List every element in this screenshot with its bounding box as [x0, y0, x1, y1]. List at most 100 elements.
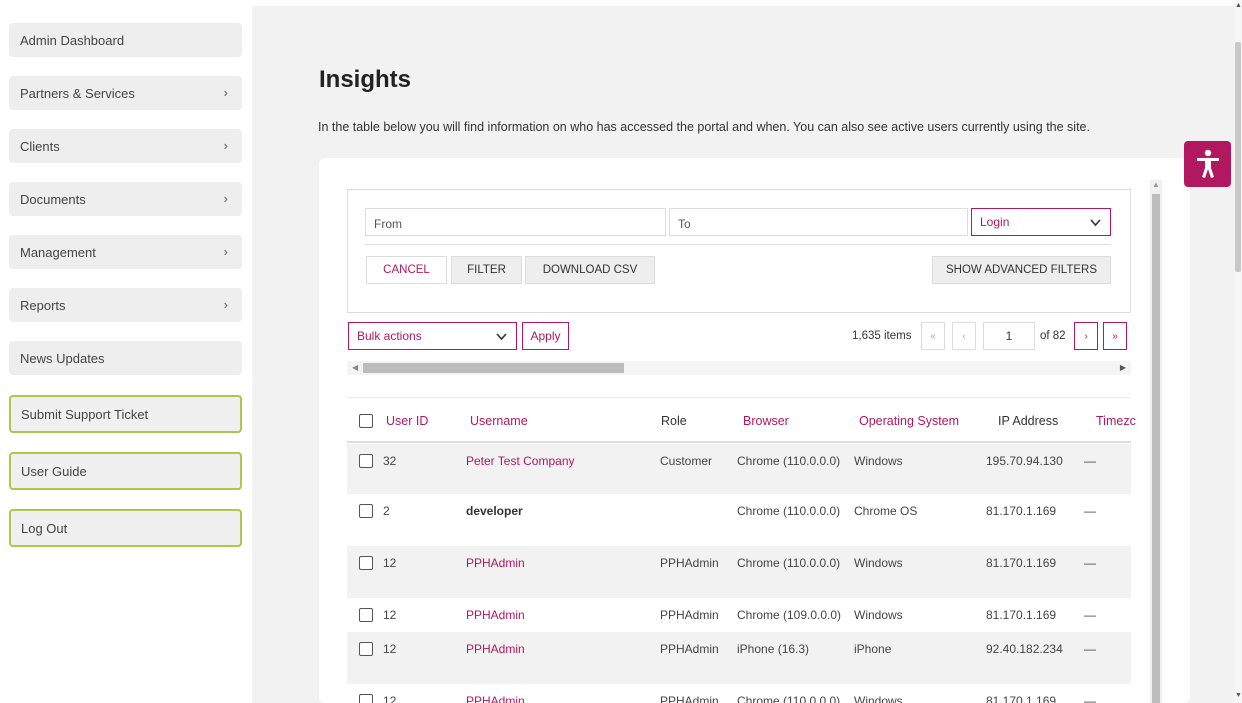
column-header-role: Role	[661, 414, 687, 428]
row-checkbox[interactable]	[359, 642, 373, 656]
total-pages-label: of 82	[1040, 330, 1066, 342]
cell-os: Windows	[854, 694, 903, 703]
cell-timezone: —	[1084, 454, 1096, 468]
event-type-select[interactable]: Login	[971, 208, 1111, 236]
cell-user-id: 12	[383, 642, 397, 656]
cell-username[interactable]: PPHAdmin	[466, 608, 525, 622]
cell-timezone: —	[1084, 642, 1096, 656]
column-header-timezone[interactable]: Timezc	[1096, 414, 1136, 428]
bulk-actions-value: Bulk actions	[357, 329, 422, 343]
sidebar-item-label: Admin Dashboard	[20, 32, 125, 48]
current-page-value: 1	[1005, 329, 1013, 343]
cell-ip: 195.70.94.130	[986, 454, 1063, 468]
cell-user-id: 2	[383, 504, 390, 518]
scroll-right-arrow-icon[interactable]: ▶	[1120, 363, 1126, 372]
cell-role: PPHAdmin	[660, 556, 719, 570]
download-csv-button[interactable]: DOWNLOAD CSV	[525, 256, 655, 284]
row-checkbox[interactable]	[359, 694, 373, 703]
horizontal-scrollbar-thumb[interactable]	[363, 363, 624, 373]
from-placeholder: From	[374, 217, 402, 231]
cell-browser: Chrome (110.0.0.0)	[737, 556, 841, 570]
user-guide-button[interactable]: User Guide	[9, 452, 242, 490]
row-checkbox[interactable]	[359, 504, 373, 518]
submit-support-ticket-button[interactable]: Submit Support Ticket	[9, 395, 242, 433]
vertical-scrollbar-thumb[interactable]	[1152, 194, 1160, 703]
sidebar-item-label: Reports	[20, 297, 66, 313]
cell-ip: 81.170.1.169	[986, 504, 1057, 518]
first-page-button[interactable]: «	[921, 322, 945, 350]
accessibility-button[interactable]	[1184, 141, 1231, 187]
cell-timezone: —	[1084, 694, 1096, 703]
table-horizontal-scrollbar[interactable]: ◀ ▶	[347, 361, 1131, 375]
column-header-user-id[interactable]: User ID	[386, 414, 428, 428]
apply-button[interactable]: Apply	[522, 322, 569, 350]
cell-username[interactable]: PPHAdmin	[466, 556, 525, 570]
scroll-down-arrow-icon[interactable]: ▼	[1235, 692, 1242, 699]
apply-label: Apply	[530, 329, 561, 343]
cell-browser: Chrome (110.0.0.0)	[737, 694, 841, 703]
last-page-icon: »	[1112, 330, 1118, 342]
cell-username[interactable]: PPHAdmin	[466, 694, 525, 703]
table-row[interactable]: 2 developer Chrome (110.0.0.0) Chrome OS…	[347, 494, 1131, 546]
scroll-up-arrow-icon[interactable]: ▲	[1152, 180, 1160, 189]
table-row[interactable]: 12 PPHAdmin PPHAdmin Chrome (110.0.0.0) …	[347, 546, 1131, 598]
page-scrollbar[interactable]: ▲ ▼	[1234, 0, 1242, 703]
from-date-field[interactable]: From	[365, 208, 666, 236]
cancel-button[interactable]: CANCEL	[366, 256, 447, 284]
log-out-button[interactable]: Log Out	[9, 509, 242, 547]
cell-user-id: 12	[383, 556, 397, 570]
sidebar-item-news-updates[interactable]: News Updates	[9, 341, 242, 375]
cell-timezone: —	[1084, 556, 1096, 570]
sidebar: Admin Dashboard Partners & Services › Cli…	[0, 0, 252, 703]
advanced-label: SHOW ADVANCED FILTERS	[945, 264, 1097, 276]
column-header-browser[interactable]: Browser	[743, 414, 789, 428]
last-page-button[interactable]: »	[1103, 322, 1127, 350]
sidebar-item-documents[interactable]: Documents ›	[9, 182, 242, 216]
cell-user-id: 12	[383, 608, 397, 622]
first-page-icon: «	[930, 330, 936, 342]
previous-page-button[interactable]: ‹	[952, 322, 976, 350]
sidebar-item-admin-dashboard[interactable]: Admin Dashboard	[9, 23, 242, 57]
button-label: Submit Support Ticket	[21, 406, 149, 422]
to-date-field[interactable]: To	[669, 208, 968, 236]
select-all-checkbox[interactable]	[359, 414, 373, 428]
table-row[interactable]: 12 PPHAdmin PPHAdmin iPhone (16.3) iPhon…	[347, 632, 1131, 684]
column-header-ip-address: IP Address	[998, 414, 1059, 428]
row-checkbox[interactable]	[359, 454, 373, 468]
column-header-username[interactable]: Username	[470, 414, 528, 428]
table-row[interactable]: 32 Peter Test Company Customer Chrome (1…	[347, 444, 1131, 494]
cell-username[interactable]: Peter Test Company	[466, 454, 575, 468]
row-checkbox[interactable]	[359, 608, 373, 622]
button-label: Log Out	[21, 520, 68, 536]
page-scrollbar-thumb[interactable]	[1235, 42, 1241, 272]
cell-username[interactable]: PPHAdmin	[466, 642, 525, 656]
column-header-operating-system[interactable]: Operating System	[859, 414, 959, 428]
table-row[interactable]: 12 PPHAdmin PPHAdmin Chrome (110.0.0.0) …	[347, 684, 1131, 703]
current-page-input[interactable]: 1	[983, 322, 1035, 350]
sidebar-item-management[interactable]: Management ›	[9, 235, 242, 269]
row-checkbox[interactable]	[359, 556, 373, 570]
sidebar-item-clients[interactable]: Clients ›	[9, 129, 242, 163]
previous-page-icon: ‹	[962, 330, 966, 342]
filter-button[interactable]: FILTER	[451, 256, 522, 284]
download-label: DOWNLOAD CSV	[542, 264, 638, 276]
chevron-right-icon: ›	[223, 297, 228, 312]
cell-ip: 81.170.1.169	[986, 694, 1057, 703]
cell-os: Windows	[854, 454, 903, 468]
table-vertical-scrollbar[interactable]: ▲	[1150, 180, 1162, 703]
chevron-down-icon	[496, 333, 507, 341]
scroll-left-arrow-icon[interactable]: ◀	[352, 363, 358, 372]
sidebar-item-reports[interactable]: Reports ›	[9, 288, 242, 322]
sidebar-item-label: News Updates	[20, 350, 105, 366]
cell-ip: 81.170.1.169	[986, 608, 1057, 622]
bulk-actions-select[interactable]: Bulk actions	[348, 322, 517, 350]
scroll-up-arrow-icon[interactable]: ▲	[1235, 2, 1242, 9]
next-page-button[interactable]: ›	[1074, 322, 1098, 350]
chevron-down-icon	[1090, 219, 1101, 227]
table-row[interactable]: 12 PPHAdmin PPHAdmin Chrome (109.0.0.0) …	[347, 598, 1131, 632]
show-advanced-filters-button[interactable]: SHOW ADVANCED FILTERS	[932, 256, 1111, 284]
sidebar-item-partners-services[interactable]: Partners & Services ›	[9, 76, 242, 110]
chevron-right-icon: ›	[223, 244, 228, 259]
cell-role: PPHAdmin	[660, 608, 719, 622]
cell-browser: Chrome (110.0.0.0)	[737, 504, 841, 518]
